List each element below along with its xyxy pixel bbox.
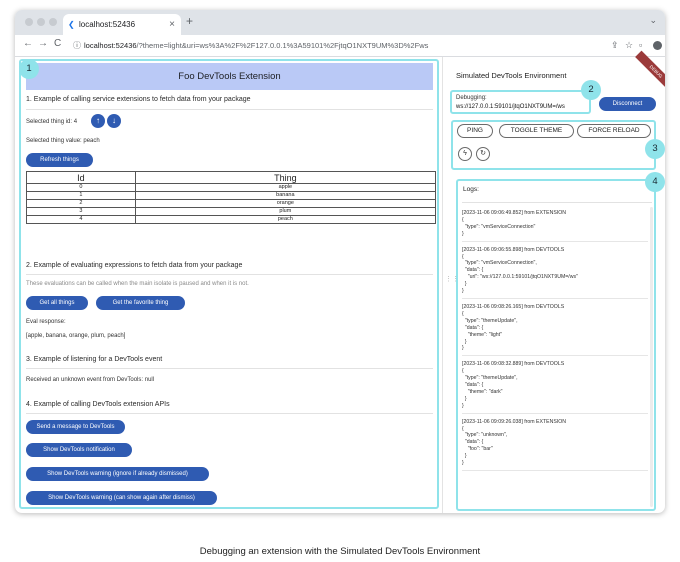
bookmark-star-icon[interactable]: ☆ xyxy=(625,40,633,51)
table-row: 1 banana xyxy=(26,191,437,200)
section1-heading: 1. Example of calling service extensions… xyxy=(26,96,251,103)
table-row: 4 peach xyxy=(26,215,437,224)
disconnect-button[interactable]: Disconnect xyxy=(599,97,656,111)
section4-divider xyxy=(26,413,433,414)
callout-badge-4: 4 xyxy=(645,172,665,192)
selected-id-label: Selected thing id: 4 xyxy=(26,119,78,125)
tab-title: localhost:52436 xyxy=(79,20,136,29)
arrow-up-icon[interactable]: ↑ xyxy=(91,114,105,128)
extension-panel: Foo DevTools Extension 1. Example of cal… xyxy=(19,59,439,509)
split-divider[interactable] xyxy=(442,57,443,513)
page-content: Foo DevTools Extension 1. Example of cal… xyxy=(15,50,665,513)
force-reload-button[interactable]: FORCE RELOAD xyxy=(577,124,651,138)
section3-heading: 3. Example of listening for a DevTools e… xyxy=(26,356,163,363)
logs-label: Logs: xyxy=(463,186,479,193)
cell-thing: apple xyxy=(134,183,437,192)
get-favorite-thing-button[interactable]: Get the favorite thing xyxy=(96,296,185,310)
callout-badge-3: 3 xyxy=(645,139,665,159)
send-message-button[interactable]: Send a message to DevTools xyxy=(26,420,125,434)
log-entry: [2023-11-06 09:08:26.165] from DEVTOOLS … xyxy=(462,299,648,357)
things-table: Id Thing 0 apple 1 banana 2 orange 3 plum 4p… xyxy=(26,171,437,224)
eval-response-value: [apple, banana, orange, plum, peach] xyxy=(26,333,126,339)
table-row: 0 apple xyxy=(26,183,437,192)
debugging-label: Debugging: xyxy=(456,95,487,101)
address-bar[interactable]: ⓘ localhost:52436/?theme=light&uri=ws%3A… xyxy=(70,38,610,54)
minimize-window-dot[interactable] xyxy=(37,18,45,26)
section4-heading: 4. Example of calling DevTools extension… xyxy=(26,401,170,408)
debugging-uri: ws://127.0.0.1:59101/jtqO1NXT9UM=/ws xyxy=(456,104,565,110)
logs-divider xyxy=(462,202,652,203)
extension-title: Foo DevTools Extension xyxy=(26,63,433,90)
forward-icon[interactable]: → xyxy=(38,38,48,49)
hot-restart-icon[interactable]: ↻ xyxy=(476,147,490,161)
tab-bar: ❮ localhost:52436 × + ⌄ xyxy=(15,10,665,35)
close-tab-icon[interactable]: × xyxy=(169,14,175,35)
hot-reload-icon[interactable]: ϟ xyxy=(458,147,472,161)
share-icon[interactable]: ⇪ xyxy=(611,40,619,51)
cell-thing: orange xyxy=(134,199,437,208)
tab-search-chevron-icon[interactable]: ⌄ xyxy=(649,15,657,26)
refresh-things-button[interactable]: Refresh things xyxy=(26,153,93,167)
figure-caption: Debugging an extension with the Simulate… xyxy=(199,546,481,557)
cell-thing: banana xyxy=(134,191,437,200)
cell-id: 1 xyxy=(26,191,136,200)
new-tab-icon[interactable]: + xyxy=(186,14,193,28)
close-window-dot[interactable] xyxy=(25,18,33,26)
cell-thing: plum xyxy=(134,207,437,216)
section2-divider xyxy=(26,274,433,275)
simulated-devtools-title: Simulated DevTools Environment xyxy=(456,71,567,80)
cell-thing: peach xyxy=(134,215,437,224)
table-row: 2 orange xyxy=(26,199,437,208)
ping-button[interactable]: PING xyxy=(457,124,493,138)
reload-icon[interactable]: C xyxy=(54,38,61,49)
section2-heading: 2. Example of evaluating expressions to … xyxy=(26,262,243,269)
devtools-event-text: Received an unknown event from DevTools:… xyxy=(26,377,155,383)
log-entry: [2023-11-06 09:06:49.852] from EXTENSION… xyxy=(462,205,648,242)
log-entry: [2023-11-06 09:08:32.889] from DEVTOOLS … xyxy=(462,356,648,414)
log-entry: [2023-11-06 09:06:55.898] from DEVTOOLS … xyxy=(462,242,648,299)
logs-panel: Logs: [2023-11-06 09:06:49.852] from EXT… xyxy=(456,179,656,511)
arrow-down-icon[interactable]: ↓ xyxy=(107,114,121,128)
back-icon[interactable]: ← xyxy=(23,38,33,49)
url-host: localhost:52436 xyxy=(84,41,137,50)
table-row: 3 plum xyxy=(26,207,437,216)
cell-id: 3 xyxy=(26,207,136,216)
eval-response-label: Eval response: xyxy=(26,319,66,325)
side-panel-icon[interactable]: ▫ xyxy=(639,40,642,50)
cell-id: 0 xyxy=(26,183,136,192)
table-header-thing: Thing xyxy=(134,171,437,184)
debug-ribbon: DEBUG xyxy=(635,50,665,93)
logs-list[interactable]: [2023-11-06 09:06:49.852] from EXTENSION… xyxy=(462,205,648,509)
show-warning-again-button[interactable]: Show DevTools warning (can show again af… xyxy=(26,491,217,505)
browser-tab[interactable]: ❮ localhost:52436 × xyxy=(63,14,181,35)
logs-scrollbar[interactable] xyxy=(650,207,653,507)
section3-divider xyxy=(26,368,433,369)
section1-divider xyxy=(26,109,433,110)
toggle-theme-button[interactable]: TOGGLE THEME xyxy=(499,124,574,138)
flutter-icon: ❮ xyxy=(68,20,75,29)
zoom-window-dot[interactable] xyxy=(49,18,57,26)
profile-avatar-icon[interactable] xyxy=(653,41,662,50)
table-header-id: Id xyxy=(26,171,136,184)
evaluation-note: These evaluations can be called when the… xyxy=(26,281,249,287)
log-entry: [2023-11-06 09:09:26.038] from EXTENSION… xyxy=(462,414,648,471)
show-notification-button[interactable]: Show DevTools notification xyxy=(26,443,132,457)
cell-id: 4 xyxy=(26,215,136,224)
callout-badge-2: 2 xyxy=(581,80,601,100)
callout-badge-1: 1 xyxy=(19,59,39,79)
show-warning-ignore-button[interactable]: Show DevTools warning (ignore if already… xyxy=(26,467,209,481)
get-all-things-button[interactable]: Get all things xyxy=(26,296,88,310)
url-path: /?theme=light&uri=ws%3A%2F%2F127.0.0.1%3… xyxy=(136,41,429,50)
debugging-box: Debugging: ws://127.0.0.1:59101/jtqO1NXT… xyxy=(450,90,591,114)
browser-toolbar: ← → C ⓘ localhost:52436/?theme=light&uri… xyxy=(15,35,665,57)
browser-window: ❮ localhost:52436 × + ⌄ ← → C ⓘ localhos… xyxy=(15,10,665,513)
selected-value-label: Selected thing value: peach xyxy=(26,138,100,144)
cell-id: 2 xyxy=(26,199,136,208)
site-info-icon[interactable]: ⓘ xyxy=(73,38,81,54)
